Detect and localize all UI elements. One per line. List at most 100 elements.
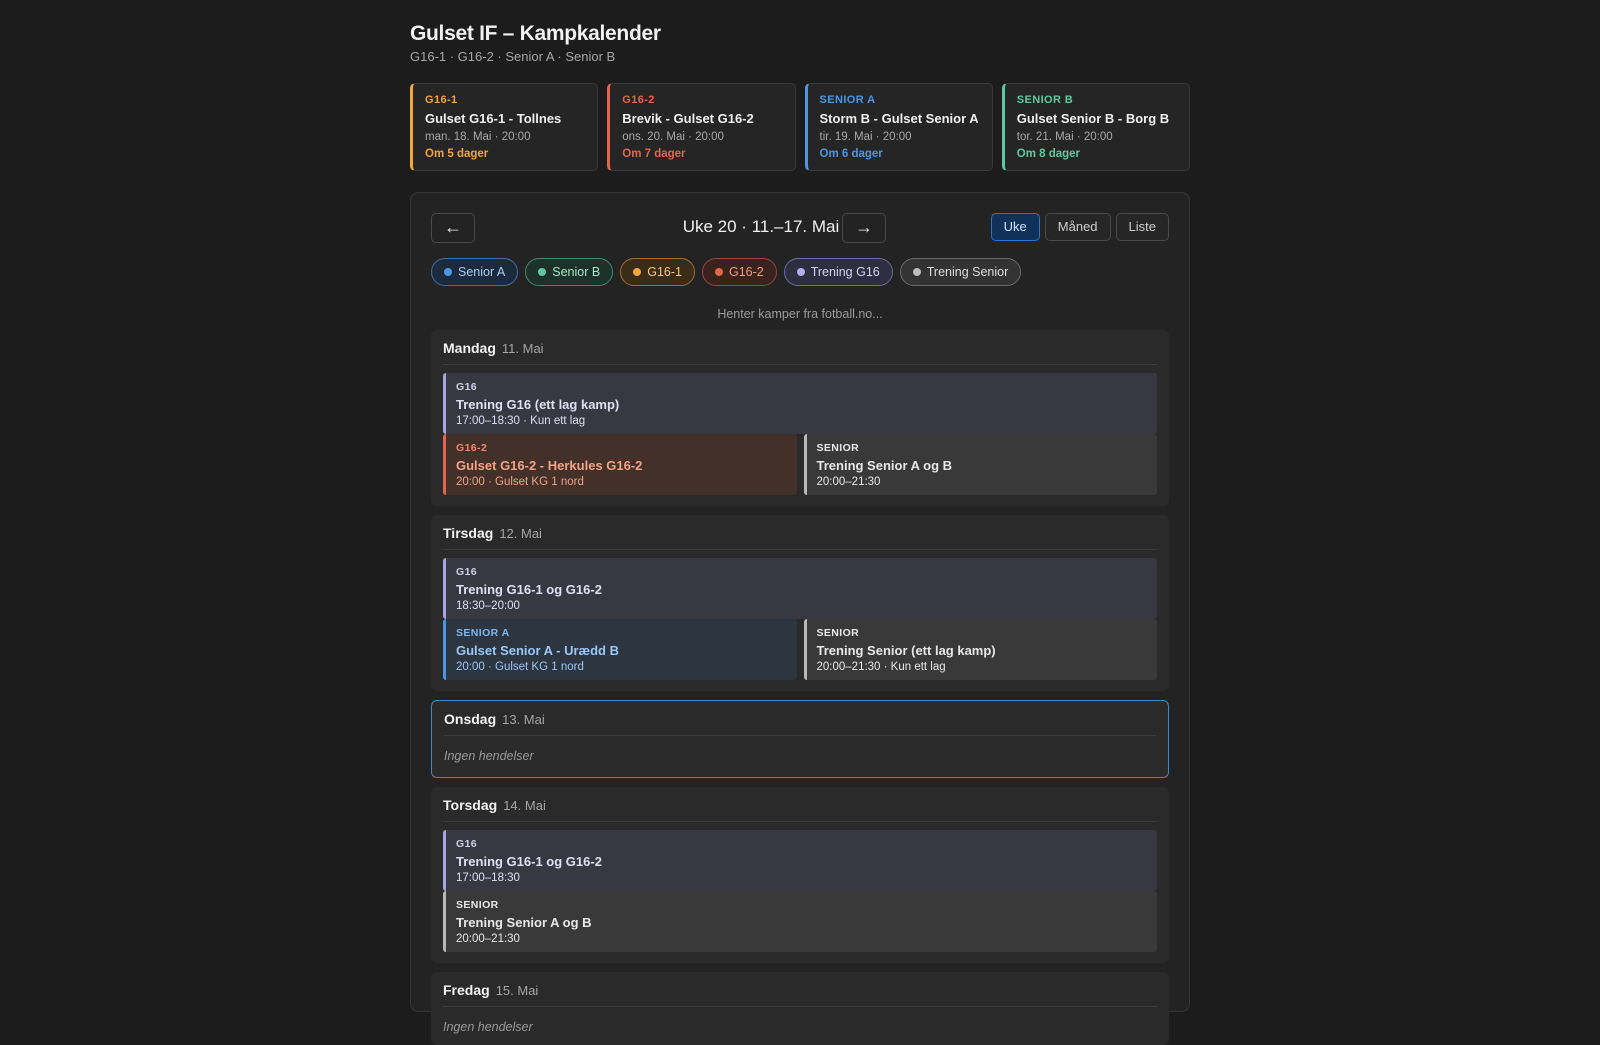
event-title: Gulset Senior A - Urædd B	[456, 643, 619, 658]
upcoming-team-label: SENIOR A	[819, 94, 876, 106]
filter-chip-senior-a[interactable]: Senior A	[431, 258, 519, 286]
color-dot-icon	[912, 268, 921, 276]
filter-label: Trening Senior	[926, 265, 1009, 279]
event-label: G16	[456, 838, 478, 850]
upcoming-card-g16-2[interactable]: G16-2 Brevik - Gulset G16-2 ons. 20. Mai…	[607, 83, 796, 171]
event-title: Trening G16-1 og G16-2	[456, 854, 602, 869]
day-name: Fredag	[443, 982, 490, 998]
filter-chip-g16-2[interactable]: G16-2	[701, 258, 777, 286]
day-name: Onsdag	[444, 711, 497, 727]
upcoming-countdown: Om 7 dager	[622, 148, 686, 160]
filter-chip-trening-g16[interactable]: Trening G16	[783, 258, 893, 286]
loading-status: Henter kamper fra fotball.no...	[717, 307, 883, 321]
day-tuesday: Tirsdag 12. Mai G16 Trening G16-1 og G16-…	[431, 515, 1169, 691]
event-training-senior[interactable]: SENIOR Trening Senior (ett lag kamp) 20:…	[803, 619, 1157, 680]
upcoming-countdown: Om 8 dager	[1016, 148, 1081, 160]
event-meta: 20:00 · Gulset KG 1 nord	[456, 661, 584, 673]
view-switcher: Uke Måned Liste	[990, 213, 1169, 241]
event-title: Trening G16 (ett lag kamp)	[456, 397, 620, 412]
upcoming-date: man. 18. Mai · 20:00	[425, 131, 531, 143]
event-label: G16	[456, 566, 478, 578]
upcoming-card-senior-a[interactable]: SENIOR A Storm B - Gulset Senior A tir. …	[804, 83, 993, 171]
day-header: Onsdag 13. Mai	[444, 711, 1156, 736]
day-thursday: Torsdag 14. Mai G16 Trening G16-1 og G16-…	[431, 787, 1169, 963]
view-month-button[interactable]: Måned	[1044, 213, 1111, 241]
page-subtitle: G16-1 · G16-2 · Senior A · Senior B	[410, 49, 616, 64]
event-row: G16-2 Gulset G16-2 - Herkules G16-2 20:0…	[443, 434, 1157, 495]
day-date: 14. Mai	[503, 798, 546, 813]
upcoming-countdown: Om 5 dager	[425, 148, 489, 160]
filter-label: G16-1	[647, 265, 682, 279]
no-events-text: Ingen hendelser	[444, 749, 534, 763]
event-meta: 17:00–18:30	[456, 872, 520, 884]
upcoming-card-g16-1[interactable]: G16-1 Gulset G16-1 - Tollnes man. 18. Ma…	[410, 83, 599, 171]
event-meta: 17:00–18:30 · Kun ett lag	[456, 415, 586, 427]
filter-label: Trening G16	[810, 265, 880, 279]
event-match-senior-a[interactable]: SENIOR A Gulset Senior A - Urædd B 20:00…	[443, 619, 797, 680]
day-header: Tirsdag 12. Mai	[443, 525, 1157, 550]
filter-label: Senior A	[458, 265, 506, 279]
event-label: G16-2	[456, 442, 488, 454]
upcoming-team-label: SENIOR B	[1016, 94, 1074, 106]
day-monday: Mandag 11. Mai G16 Trening G16 (ett lag k…	[431, 330, 1169, 506]
event-meta: 20:00–21:30 · Kun ett lag	[816, 661, 946, 673]
event-label: SENIOR	[816, 442, 860, 454]
event-meta: 20:00–21:30	[816, 476, 881, 488]
upcoming-team-label: G16-1	[425, 94, 458, 106]
event-title: Trening Senior (ett lag kamp)	[816, 643, 996, 658]
event-title: Trening Senior A og B	[816, 458, 953, 473]
day-name: Tirsdag	[443, 525, 494, 541]
day-friday: Fredag 15. Mai Ingen hendelser	[431, 972, 1169, 1045]
day-date: 12. Mai	[499, 526, 542, 541]
calendar-nav: ← Uke 20 · 11.–17. Mai → Uke Måned Liste	[431, 213, 1169, 245]
event-meta: 20:00–21:30	[456, 933, 520, 945]
event-training-g16[interactable]: G16 Trening G16-1 og G16-2 17:00–18:30	[443, 830, 1157, 891]
upcoming-match: Gulset Senior B - Borg B	[1016, 111, 1170, 126]
event-training-senior[interactable]: SENIOR Trening Senior A og B 20:00–21:30	[443, 891, 1157, 952]
event-meta: 20:00 · Gulset KG 1 nord	[456, 476, 584, 488]
event-training-g16[interactable]: G16 Trening G16 (ett lag kamp) 17:00–18:…	[443, 373, 1157, 434]
upcoming-date: tor. 21. Mai · 20:00	[1016, 131, 1113, 143]
event-match-g16-2[interactable]: G16-2 Gulset G16-2 - Herkules G16-2 20:0…	[443, 434, 797, 495]
day-wednesday: Onsdag 13. Mai Ingen hendelser	[431, 700, 1169, 778]
upcoming-card-senior-b[interactable]: SENIOR B Gulset Senior B - Borg B tor. 2…	[1001, 83, 1190, 171]
filter-chip-trening-senior[interactable]: Trening Senior	[899, 258, 1022, 286]
event-title: Gulset G16-2 - Herkules G16-2	[456, 458, 643, 473]
view-list-button[interactable]: Liste	[1115, 213, 1169, 241]
upcoming-date: ons. 20. Mai · 20:00	[622, 131, 724, 143]
event-title: Trening G16-1 og G16-2	[456, 582, 602, 597]
upcoming-match: Storm B - Gulset Senior A	[819, 111, 979, 126]
day-date: 13. Mai	[502, 712, 545, 727]
upcoming-matches: G16-1 Gulset G16-1 - Tollnes man. 18. Ma…	[410, 83, 1190, 171]
event-label: G16	[456, 381, 478, 393]
day-date: 15. Mai	[495, 983, 539, 998]
filter-label: G16-2	[728, 265, 764, 279]
event-label: SENIOR A	[456, 627, 510, 639]
day-header: Mandag 11. Mai	[443, 340, 1157, 365]
event-meta: 18:30–20:00	[456, 600, 520, 612]
color-dot-icon	[796, 268, 805, 276]
event-row: SENIOR A Gulset Senior A - Urædd B 20:00…	[443, 619, 1157, 680]
app-header: Gulset IF – Kampkalender G16-1 · G16-2 ·…	[410, 22, 1190, 171]
calendar-panel: ← Uke 20 · 11.–17. Mai → Uke Måned Liste…	[410, 192, 1190, 1045]
event-label: SENIOR	[816, 627, 860, 639]
next-week-button[interactable]: →	[842, 213, 886, 243]
filter-chip-g16-1[interactable]: G16-1	[620, 258, 695, 286]
filter-chip-senior-b[interactable]: Senior B	[525, 258, 614, 286]
view-week-button[interactable]: Uke	[990, 213, 1040, 241]
day-header: Fredag 15. Mai	[443, 982, 1157, 1007]
color-dot-icon	[714, 268, 723, 276]
page-title: Gulset IF – Kampkalender	[410, 22, 661, 45]
team-filters: Senior A Senior B G16-1 G16-2 Trening G1…	[431, 258, 1169, 286]
upcoming-date: tir. 19. Mai · 20:00	[819, 131, 912, 143]
event-training-senior[interactable]: SENIOR Trening Senior A og B 20:00–21:30	[803, 434, 1157, 495]
day-date: 11. Mai	[501, 341, 544, 356]
prev-week-button[interactable]: ←	[431, 213, 475, 243]
color-dot-icon	[444, 268, 452, 276]
day-name: Mandag	[443, 340, 496, 356]
upcoming-match: Brevik - Gulset G16-2	[622, 111, 754, 126]
filter-label: Senior B	[552, 265, 601, 279]
event-training-g16[interactable]: G16 Trening G16-1 og G16-2 18:30–20:00	[443, 558, 1157, 619]
color-dot-icon	[633, 268, 642, 276]
day-name: Torsdag	[443, 797, 498, 813]
